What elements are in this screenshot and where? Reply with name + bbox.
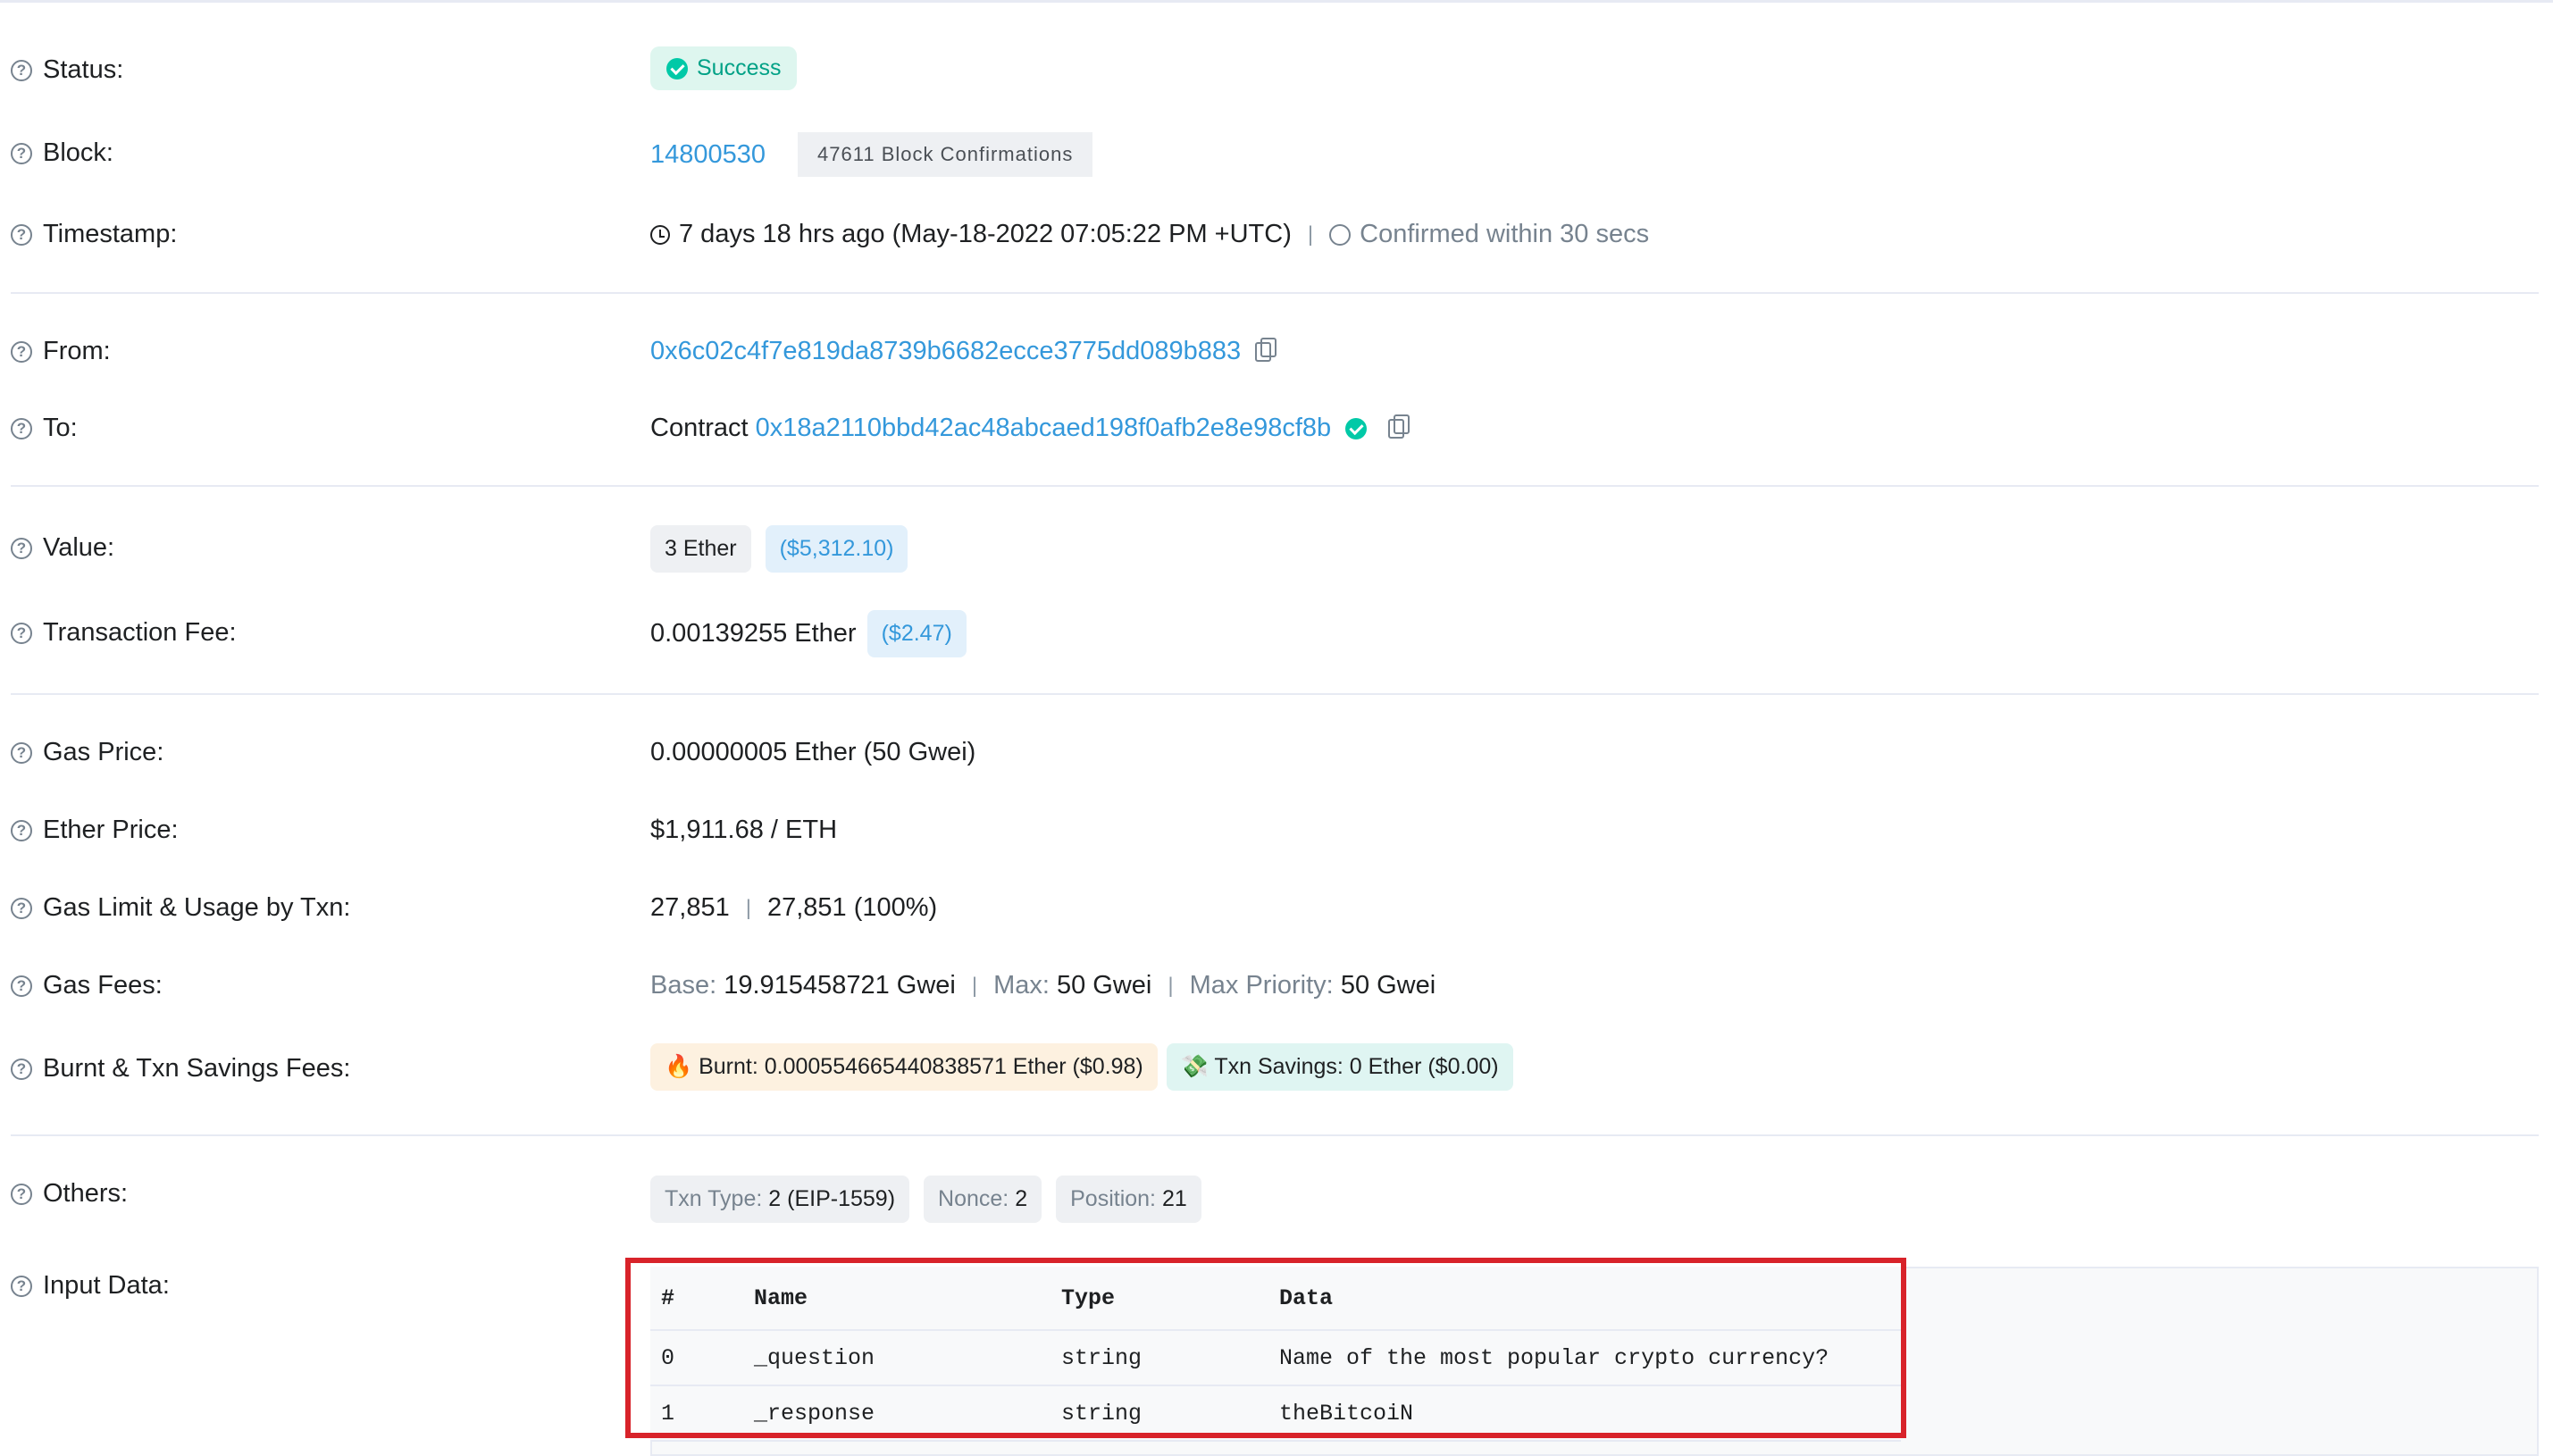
question-circle-icon[interactable]: ? — [11, 223, 32, 246]
txn-savings-badge: 💸 Txn Savings: 0 Ether ($0.00) — [1166, 1043, 1513, 1091]
table-cell: 1 — [650, 1385, 743, 1442]
divider — [11, 693, 2539, 695]
copy-icon[interactable] — [1255, 337, 1277, 362]
question-circle-icon[interactable]: ? — [11, 975, 32, 997]
question-circle-icon[interactable]: ? — [11, 897, 32, 919]
fee-usd: ($2.47) — [866, 610, 967, 657]
block-label: ? Block: — [11, 138, 113, 168]
divider — [11, 485, 2539, 487]
table-cell: _question — [743, 1330, 1050, 1386]
verified-check-icon — [1345, 417, 1368, 439]
question-circle-icon[interactable]: ? — [11, 537, 32, 559]
table-cell: string — [1050, 1385, 1268, 1442]
gas-price-value: 0.00000005 Ether (50 Gwei) — [650, 738, 976, 766]
question-circle-icon[interactable]: ? — [11, 1183, 32, 1205]
timer-icon — [1329, 223, 1352, 246]
gas-fees-label: ? Gas Fees: — [11, 971, 163, 1000]
position-badge: Position: 21 — [1056, 1176, 1201, 1223]
table-cell: _response — [743, 1385, 1050, 1442]
fee-value: 0.00139255 Ether ($2.47) — [650, 610, 967, 657]
check-circle-icon — [666, 57, 688, 79]
table-cell: 0 — [650, 1330, 743, 1386]
gas-fees-value: Base: 19.915458721 Gwei | Max: 50 Gwei |… — [650, 971, 1436, 1000]
ether-price-label: ? Ether Price: — [11, 816, 179, 845]
column-header: # — [650, 1267, 743, 1331]
money-wings-icon: 💸 — [1180, 1054, 1209, 1079]
confirmed-within: Confirmed within 30 secs — [1360, 220, 1650, 248]
table-row: 1 _response string theBitcoiN — [650, 1385, 1901, 1442]
others-value: Txn Type: 2 (EIP-1559) Nonce: 2 Position… — [650, 1176, 1201, 1223]
column-header: Data — [1268, 1267, 1901, 1331]
nonce-badge: Nonce: 2 — [924, 1176, 1042, 1223]
timestamp-label: ? Timestamp: — [11, 220, 177, 249]
question-circle-icon[interactable]: ? — [11, 417, 32, 439]
table-cell: string — [1050, 1330, 1268, 1386]
timestamp-value: 7 days 18 hrs ago (May-18-2022 07:05:22 … — [650, 220, 1649, 249]
table-row: 0 _question string Name of the most popu… — [650, 1330, 1901, 1386]
to-value: Contract 0x18a2110bbd42ac48abcaed198f0af… — [650, 414, 1410, 443]
burnt-fee-badge: 🔥 Burnt: 0.000554665440838571 Ether ($0.… — [650, 1043, 1158, 1091]
divider — [11, 1134, 2539, 1136]
usd-amount: ($5,312.10) — [765, 525, 908, 573]
gas-limit-label: ? Gas Limit & Usage by Txn: — [11, 893, 350, 923]
to-address-link[interactable]: 0x18a2110bbd42ac48abcaed198f0afb2e8e98cf… — [756, 414, 1332, 443]
others-label: ? Others: — [11, 1179, 128, 1209]
ether-price-value: $1,911.68 / ETH — [650, 816, 838, 844]
txn-type-badge: Txn Type: 2 (EIP-1559) — [650, 1176, 910, 1223]
table-cell: Name of the most popular crypto currency… — [1268, 1330, 1901, 1386]
input-data-table: # Name Type Data 0 _question string Name… — [650, 1267, 1901, 1442]
clock-icon — [650, 224, 670, 245]
status-value: Success — [650, 46, 798, 90]
top-border — [0, 0, 2553, 3]
question-circle-icon[interactable]: ? — [11, 59, 32, 81]
fire-icon: 🔥 — [665, 1054, 693, 1079]
block-confirmations: 47611 Block Confirmations — [782, 132, 1093, 177]
from-value: 0x6c02c4f7e819da8739b6682ecce3775dd089b8… — [650, 337, 1277, 366]
from-label: ? From: — [11, 337, 111, 366]
gas-price-label: ? Gas Price: — [11, 738, 163, 767]
status-label: ? Status: — [11, 55, 123, 85]
from-address-link[interactable]: 0x6c02c4f7e819da8739b6682ecce3775dd089b8… — [650, 337, 1241, 366]
block-number-link[interactable]: 14800530 — [650, 140, 766, 170]
question-circle-icon[interactable]: ? — [11, 142, 32, 164]
burnt-label: ? Burnt & Txn Savings Fees: — [11, 1054, 350, 1084]
column-header: Type — [1050, 1267, 1268, 1331]
question-circle-icon[interactable]: ? — [11, 340, 32, 363]
status-badge: Success — [650, 46, 798, 90]
table-cell: theBitcoiN — [1268, 1385, 1901, 1442]
value-value: 3 Ether ($5,312.10) — [650, 525, 908, 573]
copy-icon[interactable] — [1388, 414, 1410, 439]
block-value: 14800530 47611 Block Confirmations — [650, 132, 1093, 177]
question-circle-icon[interactable]: ? — [11, 622, 32, 644]
burnt-value: 🔥 Burnt: 0.000554665440838571 Ether ($0.… — [650, 1043, 1513, 1091]
divider — [11, 292, 2539, 294]
ether-amount: 3 Ether — [650, 525, 751, 573]
fee-label: ? Transaction Fee: — [11, 618, 237, 648]
table-header-row: # Name Type Data — [650, 1267, 1901, 1331]
question-circle-icon[interactable]: ? — [11, 741, 32, 764]
to-label: ? To: — [11, 414, 78, 443]
input-data-label: ? Input Data: — [11, 1271, 170, 1301]
value-label: ? Value: — [11, 533, 114, 563]
question-circle-icon[interactable]: ? — [11, 1058, 32, 1080]
question-circle-icon[interactable]: ? — [11, 819, 32, 841]
gas-limit-value: 27,851 | 27,851 (100%) — [650, 893, 938, 922]
column-header: Name — [743, 1267, 1050, 1331]
question-circle-icon[interactable]: ? — [11, 1275, 32, 1297]
